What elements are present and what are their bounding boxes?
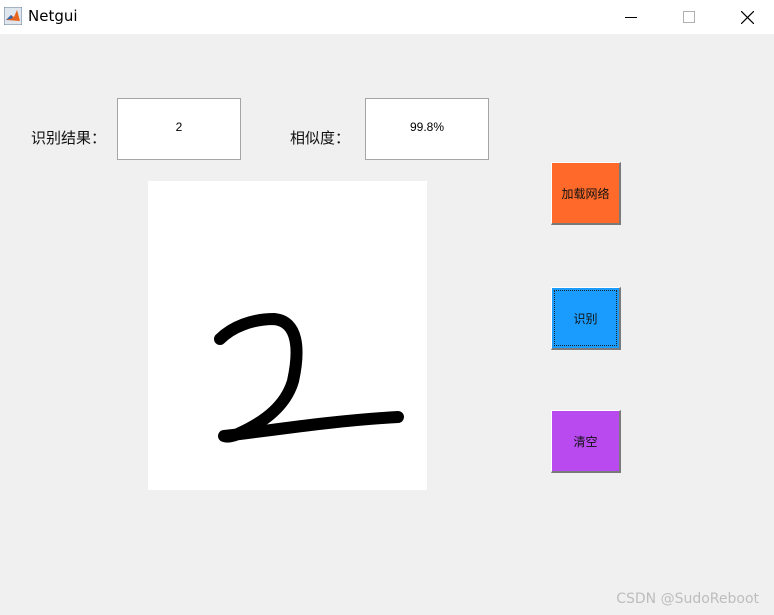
similarity-label: 相似度： xyxy=(290,129,351,147)
result-label: 识别结果： xyxy=(31,129,107,147)
maximize-icon xyxy=(683,11,695,23)
result-field: 2 xyxy=(117,98,241,160)
similarity-value: 99.8% xyxy=(409,120,445,134)
recognize-button[interactable]: 识别 xyxy=(551,287,621,350)
drawing-canvas[interactable] xyxy=(148,181,427,490)
load-network-label: 加载网络 xyxy=(561,186,610,201)
focus-ring xyxy=(554,290,617,346)
close-icon xyxy=(740,10,754,24)
handwritten-digit-drawing xyxy=(214,313,404,443)
clear-label: 清空 xyxy=(573,434,598,449)
maximize-button[interactable] xyxy=(660,0,718,34)
minimize-button[interactable] xyxy=(602,0,660,34)
window-title: Netgui xyxy=(28,7,78,25)
similarity-field: 99.8% xyxy=(365,98,489,160)
watermark: CSDN @SudoReboot xyxy=(616,591,759,607)
title-bar[interactable]: Netgui xyxy=(0,0,774,34)
matlab-icon xyxy=(4,7,22,25)
minimize-icon xyxy=(625,17,637,18)
clear-button[interactable]: 清空 xyxy=(551,410,621,473)
close-button[interactable] xyxy=(718,0,774,34)
result-value: 2 xyxy=(175,120,183,134)
load-network-button[interactable]: 加载网络 xyxy=(551,162,621,225)
